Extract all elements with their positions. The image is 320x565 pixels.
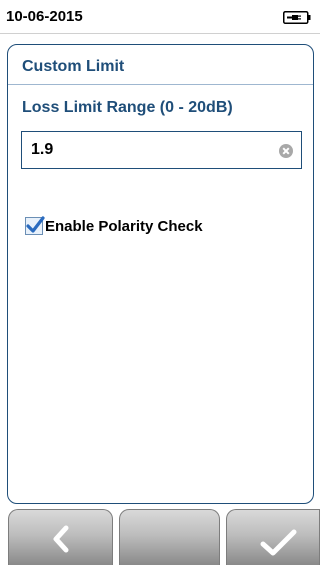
chevron-left-icon — [53, 525, 69, 553]
settings-panel: Custom Limit Loss Limit Range (0 - 20dB)… — [7, 44, 314, 504]
battery-plug-icon — [283, 11, 311, 24]
loss-limit-value: 1.9 — [31, 141, 54, 158]
checkmark-icon — [260, 529, 297, 556]
status-date: 10-06-2015 — [6, 8, 83, 25]
loss-limit-input[interactable]: 1.9 — [21, 131, 302, 169]
softkey-bar — [0, 504, 320, 565]
polarity-check-label[interactable]: Enable Polarity Check — [45, 218, 203, 235]
page-title: Custom Limit — [22, 58, 125, 75]
confirm-button[interactable] — [226, 509, 320, 565]
checkmark-icon — [26, 216, 45, 233]
clear-icon[interactable] — [279, 144, 293, 158]
panel-header: Custom Limit — [8, 45, 313, 85]
polarity-checkbox[interactable] — [25, 216, 45, 235]
status-bar: 10-06-2015 — [0, 0, 320, 34]
back-button[interactable] — [8, 509, 113, 565]
blank-softkey[interactable] — [119, 509, 220, 565]
loss-limit-label: Loss Limit Range (0 - 20dB) — [22, 99, 233, 116]
